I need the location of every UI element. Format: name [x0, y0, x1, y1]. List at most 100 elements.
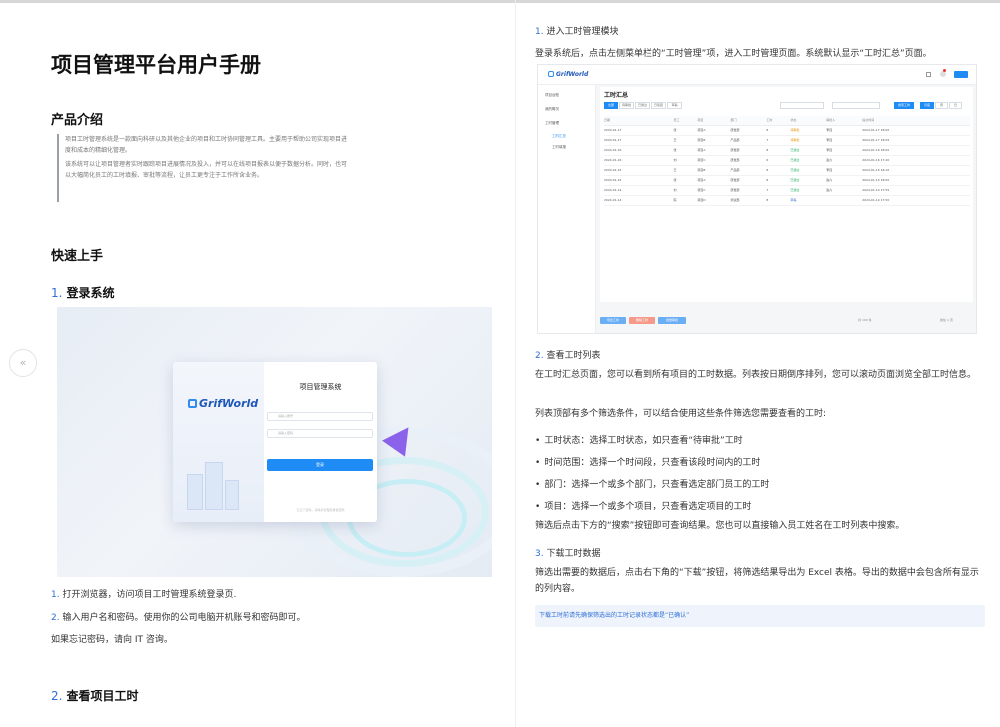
intro-blockquote: 项目工时管理系统是一款面向科研以及其他企业的项目和工时协同管理工具。主要用于帮助…	[57, 134, 347, 202]
table-cell: 8	[766, 165, 791, 176]
filter-bullet: 时间范围：选择一个时间段，只查看该段时间内的工时	[535, 455, 760, 468]
section-view-hours-heading: 2. 查看项目工时	[51, 687, 138, 704]
table-row[interactable]: 2024-01-15 王项目B 产品部 8 已通过 李四 2024-01-15 18:10	[604, 165, 970, 176]
tab-rejected[interactable]: 已驳回	[651, 102, 666, 109]
sidebar-subitem[interactable]: 工时填报	[552, 145, 566, 150]
delete-button[interactable]: 删除工时	[629, 317, 655, 324]
table-header-cell: 提交时间	[862, 116, 970, 126]
timesheet-screenshot: GrifWorld 项目台账 我的概况 工时管理 工时汇总 工时填报 工时汇总 …	[537, 64, 977, 334]
export-button[interactable]: 导出工时	[600, 317, 626, 324]
table-cell: 7	[766, 135, 791, 146]
username-field[interactable]: 请输入账号	[267, 412, 373, 421]
table-cell: 研发部	[730, 185, 767, 196]
view-day-button[interactable]: 日	[949, 102, 962, 109]
table-cell: 赵六	[826, 175, 863, 186]
avatar[interactable]	[954, 71, 968, 78]
prev-page-button[interactable]: «	[9, 349, 37, 377]
table-cell: 2024-01-17	[604, 125, 674, 136]
tab-all[interactable]: 全部	[604, 102, 618, 109]
table-row[interactable]: 2024-01-16 刘项目C 研发部 6 已通过 赵六 2024-01-16 17:40	[604, 155, 970, 166]
table-cell: 项目A	[697, 125, 731, 136]
tab-draft[interactable]: 草稿	[667, 102, 682, 109]
table-cell: 项目D	[697, 195, 731, 206]
table-cell: 8	[766, 145, 791, 156]
table-cell: 李四	[826, 145, 863, 156]
date-range-input[interactable]	[832, 102, 880, 109]
building-icon	[225, 480, 239, 510]
table-row[interactable]: 2024-01-17 张项目A 研发部 8 待审批 李四 2024-01-17 18:00	[604, 125, 970, 136]
table-cell: 2024-01-17	[604, 135, 674, 146]
table-cell: 已通过	[790, 175, 827, 186]
step-2: 2. 输入用户名和密码。使用你的公司电脑开机账号和密码即可。	[51, 610, 305, 623]
table-cell: 测试部	[730, 195, 767, 206]
section-number: 3.	[535, 549, 544, 559]
table-cell: 8	[766, 195, 791, 206]
intro-paragraph-1: 项目工时管理系统是一款面向科研以及其他企业的项目和工时协同管理工具。主要用于帮助…	[65, 136, 348, 154]
search-button[interactable]: 搜索工时	[894, 102, 914, 109]
view-month-button[interactable]: 月度	[920, 102, 934, 109]
table-cell: 研发部	[730, 175, 767, 186]
table-cell: 已通过	[790, 165, 827, 176]
password-field[interactable]: 请输入密码	[267, 429, 373, 438]
table-cell: 已通过	[790, 145, 827, 156]
table-cell: 产品部	[730, 135, 767, 146]
table-cell: 2024-01-17 18:05	[862, 135, 970, 146]
table-row[interactable]: 2024-01-17 王项目B 产品部 7 待审批 李四 2024-01-17 18:05	[604, 135, 970, 146]
filter-bullet: 部门：选择一个或多个部门，只查看选定部门员工的工时	[535, 477, 769, 490]
enter-module-text: 登录系统后，点击左侧菜单栏的“工时管理”项，进入工时管理页面。系统默认显示“工时…	[535, 49, 932, 59]
table-header-cell: 员工	[673, 116, 698, 126]
table-cell: 2024-01-16	[604, 155, 674, 166]
top-border	[0, 0, 1000, 3]
table-cell: 8	[766, 125, 791, 136]
table-row[interactable]: 2024-01-16 张项目A 研发部 8 已通过 李四 2024-01-16 18:00	[604, 145, 970, 156]
table-cell: 2024-01-14	[604, 185, 674, 196]
view-list-paragraph-1: 在工时汇总页面，您可以看到所有项目的工时数据。列表按日期倒序排列，您可以滚动页面…	[535, 370, 977, 380]
table-header-cell: 项目	[697, 116, 731, 126]
filter-input[interactable]	[780, 102, 824, 109]
sidebar-subitem[interactable]: 工时汇总	[552, 134, 566, 139]
logo-icon	[548, 71, 554, 77]
table-cell: 已通过	[790, 155, 827, 166]
table-cell: 刘	[673, 185, 698, 196]
table-cell: 刘	[673, 155, 698, 166]
pagination-jump[interactable]: 前往 1 页	[940, 318, 953, 322]
table-cell: 2024-01-16 18:00	[862, 145, 970, 156]
app-header: GrifWorld	[538, 65, 976, 85]
table-header-cell: 审批人	[826, 116, 863, 126]
sidebar-item[interactable]: 我的概况	[545, 107, 559, 112]
table-row[interactable]: 2024-01-14 刘项目C 研发部 7 已通过 赵六 2024-01-14 17:55	[604, 185, 970, 196]
app-footer: 导出工时 删除工时 批量审批 共 100 条 前往 1 页	[600, 317, 973, 327]
notification-dot	[943, 69, 946, 72]
section-title: 查看工时列表	[546, 351, 601, 361]
logo-text: GrifWorld	[556, 71, 589, 78]
view-list-paragraph-3: 筛选后点击下方的“搜索”按钮即可查询结果。您也可以直接输入员工姓名在工时列表中搜…	[535, 521, 905, 531]
table-cell: 2024-01-16 17:40	[862, 155, 970, 166]
close-icon[interactable]	[926, 72, 931, 77]
brand-logo: GrifWorld	[548, 71, 588, 78]
table-cell	[826, 195, 863, 206]
section-title: 下载工时数据	[546, 549, 601, 559]
sidebar-item[interactable]: 工时管理	[545, 121, 559, 126]
section-number: 1.	[535, 27, 544, 37]
table-cell: 8	[766, 175, 791, 186]
table-row[interactable]: 2024-01-14 陈项目D 测试部 8 草稿 2024-01-14 17:50	[604, 195, 970, 206]
table-row[interactable]: 2024-01-15 张项目A 研发部 8 已通过 赵六 2024-01-15 18:00	[604, 175, 970, 186]
view-week-button[interactable]: 周	[935, 102, 948, 109]
tab-pending[interactable]: 待审批	[619, 102, 634, 109]
table-header-cell: 部门	[730, 116, 767, 126]
section-enter-module-heading: 1. 进入工时管理模块	[535, 24, 618, 37]
login-card: GrifWorld 项目管理系统 请输入账号 请输入密码 登录 忘记了密码，请联…	[173, 362, 377, 522]
tab-approved[interactable]: 已通过	[635, 102, 650, 109]
sidebar-item[interactable]: 项目台账	[545, 93, 559, 98]
table-cell: 产品部	[730, 165, 767, 176]
login-screenshot: GrifWorld 项目管理系统 请输入账号 请输入密码 登录 忘记了密码，请联…	[57, 307, 492, 577]
login-button[interactable]: 登录	[267, 459, 373, 471]
section-number: 2.	[51, 689, 63, 703]
table-cell: 2024-01-15	[604, 175, 674, 186]
login-card-illustration: GrifWorld	[173, 362, 264, 522]
table-cell: 王	[673, 165, 698, 176]
table-cell: 项目C	[697, 155, 731, 166]
column-divider	[515, 0, 516, 727]
download-tip: 下载工时前请先确保筛选出的工时记录状态都是“已确认”	[535, 605, 985, 627]
batch-approve-button[interactable]: 批量审批	[658, 317, 686, 324]
